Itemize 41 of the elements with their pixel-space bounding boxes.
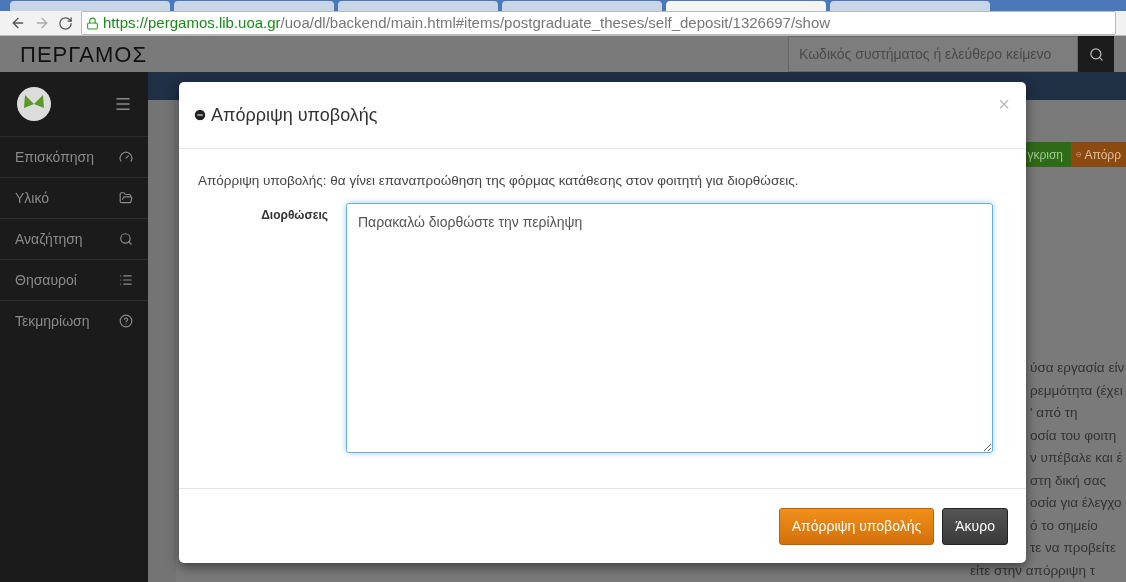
modal-title: Απόρριψη υποβολής — [211, 103, 378, 127]
text-line: ρεμμότητα (έχει — [1030, 381, 1124, 400]
search-button[interactable] — [1078, 36, 1114, 72]
logo: ΠΕΡΓΑΜΟΣ — [20, 40, 148, 69]
field-label: Διορθώσεις — [260, 207, 329, 225]
minus-icon — [193, 108, 207, 122]
text-line: ό το σημείο — [1030, 516, 1099, 535]
browser-tab[interactable] — [830, 1, 990, 11]
help-icon — [119, 314, 133, 328]
corrections-field[interactable]: Παρακαλώ διορθώστε την περίληψη — [346, 203, 993, 454]
text-line: οσία του φοιτη — [1030, 426, 1118, 445]
url-host: https://pergamos.lib.uoa.gr — [103, 12, 281, 33]
browser-tab[interactable] — [338, 1, 498, 11]
address-bar[interactable]: https://pergamos.lib.uoa.gr/uoa/dl/backend/main.html#items/postgraduate_theses/self_deposit/1326697/show — [81, 11, 1116, 35]
reload-icon[interactable] — [58, 15, 73, 31]
text-line: στη δική σας — [1030, 471, 1108, 490]
back-icon[interactable] — [10, 15, 26, 31]
list-icon — [119, 273, 133, 287]
url-path: /uoa/dl/backend/main.html#items/postgraduate_theses/self_deposit/1326697/show — [280, 12, 831, 33]
browser-tab[interactable] — [502, 1, 662, 11]
text-line: οσία για έλεγχο — [1030, 494, 1123, 512]
browser-tab[interactable] — [174, 1, 334, 11]
text-line: ν υπέβαλε και έ — [1030, 449, 1124, 467]
butterfly-logo-icon — [16, 86, 52, 122]
forward-icon[interactable] — [34, 15, 50, 31]
search-icon — [119, 232, 133, 246]
search-icon — [1088, 46, 1104, 62]
minus-icon — [1076, 149, 1082, 160]
dashboard-icon — [119, 150, 133, 164]
text-line: ' από τη — [1030, 404, 1079, 422]
cancel-button[interactable]: Άκυρο — [942, 507, 1008, 545]
reject-button[interactable]: Απόρριψη υποβολής — [778, 507, 935, 545]
text-line: ύσα εργασία είν — [1030, 359, 1126, 377]
menu-icon[interactable] — [114, 95, 132, 113]
action-button[interactable]: Απόρρ — [1071, 142, 1126, 167]
text-line: είτε στην απόρριψη τ — [970, 561, 1096, 580]
lock-icon — [86, 16, 99, 30]
folder-icon — [119, 191, 133, 205]
modal-message: Απόρριψη υποβολής: θα γίνει επαναπροώθηση της φόρμας κατάθεσης στον φοιτητή για διορθώσεις. — [198, 172, 800, 190]
browser-tab[interactable] — [666, 1, 826, 11]
text-line: τε να προβείτε — [1030, 539, 1118, 557]
